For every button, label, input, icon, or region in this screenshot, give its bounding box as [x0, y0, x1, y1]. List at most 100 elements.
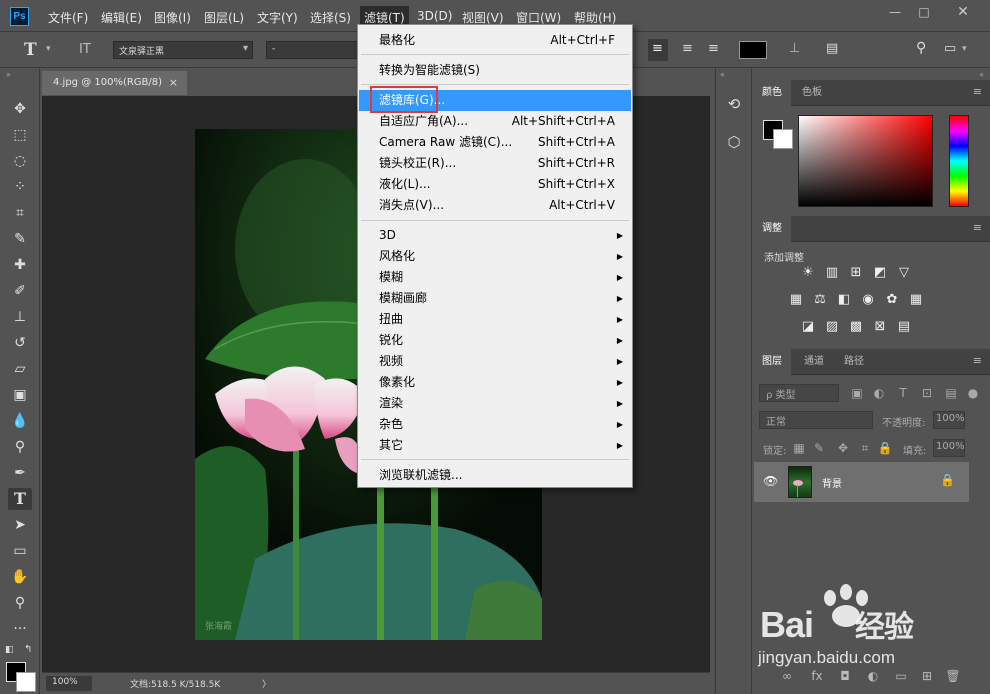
align-right-icon[interactable]: ≡ [708, 41, 719, 56]
layer-row[interactable]: 👁 背景 🔒 [754, 462, 969, 502]
invert-icon[interactable]: ◪ [799, 318, 817, 336]
tab-paths[interactable]: 路径 [835, 349, 873, 375]
submenu-stylize[interactable]: 风格化 ▶ [359, 246, 631, 267]
submenu-blur[interactable]: 模糊 ▶ [359, 267, 631, 288]
opacity-field[interactable]: 100% [933, 411, 965, 429]
history-panel-icon[interactable]: ⟲ [722, 92, 746, 116]
collapse-icon[interactable]: « [979, 70, 984, 79]
threshold-icon[interactable]: ▩ [847, 318, 865, 336]
chevron-down-icon[interactable]: ▾ [46, 44, 51, 54]
gradient-tool-icon[interactable]: ▣ [8, 384, 32, 406]
menu-select[interactable]: 选择(S) [310, 9, 351, 26]
brush-tool-icon[interactable]: ✐ [8, 280, 32, 302]
submenu-sharpen[interactable]: 锐化 ▶ [359, 330, 631, 351]
menu-image[interactable]: 图像(I) [154, 9, 191, 26]
lasso-tool-icon[interactable]: ◌ [8, 150, 32, 172]
type-tool-icon[interactable]: T [8, 488, 32, 510]
3d-panel-icon[interactable]: ⬡ [722, 130, 746, 154]
filter-shape-icon[interactable]: ⊡ [919, 385, 935, 401]
quick-select-tool-icon[interactable]: ⁘ [8, 176, 32, 198]
status-menu-arrow[interactable]: 〉 [262, 677, 271, 690]
menu-type[interactable]: 文字(Y) [257, 9, 298, 26]
menu-edit[interactable]: 编辑(E) [101, 9, 142, 26]
filter-toggle-icon[interactable]: ● [965, 385, 981, 401]
color-lookup-icon[interactable]: ▦ [907, 291, 925, 309]
pen-tool-icon[interactable]: ✒ [8, 462, 32, 484]
submenu-pixelate[interactable]: 像素化 ▶ [359, 372, 631, 393]
close-tab-icon[interactable]: × [169, 76, 178, 89]
panel-menu-icon[interactable]: ≡ [973, 354, 982, 367]
blend-mode-select[interactable]: 正常 [759, 411, 873, 429]
lock-artboard-icon[interactable]: ⌗ [857, 440, 873, 456]
curves-icon[interactable]: ⊞ [847, 264, 865, 282]
minimize-icon[interactable]: — [882, 3, 908, 21]
posterize-icon[interactable]: ▨ [823, 318, 841, 336]
submenu-blur-gallery[interactable]: 模糊画廊 ▶ [359, 288, 631, 309]
liquify-item[interactable]: 液化(L)... Shift+Ctrl+X [359, 174, 631, 195]
filter-last-item[interactable]: 最格化 Alt+Ctrl+F [359, 30, 631, 51]
vibrance-icon[interactable]: ▽ [895, 264, 913, 282]
brightness-icon[interactable]: ☀ [799, 264, 817, 282]
font-style-select[interactable]: - [266, 41, 358, 59]
selective-color-icon[interactable]: ⊠ [871, 318, 889, 336]
document-tab[interactable]: 4.jpg @ 100%(RGB/8) × [42, 71, 187, 95]
photo-filter-icon[interactable]: ◉ [859, 291, 877, 309]
filter-pixel-icon[interactable]: ▣ [849, 385, 865, 401]
lock-all-icon[interactable]: 🔒 [877, 440, 893, 456]
workspace-icon[interactable]: ▭ [944, 41, 956, 56]
hand-tool-icon[interactable]: ✋ [8, 566, 32, 588]
dodge-tool-icon[interactable]: ⚲ [8, 436, 32, 458]
browse-filters-online-item[interactable]: 浏览联机滤镜... [359, 465, 631, 486]
submenu-distort[interactable]: 扭曲 ▶ [359, 309, 631, 330]
submenu-3d[interactable]: 3D ▶ [359, 225, 631, 246]
lock-position-icon[interactable]: ✥ [835, 440, 851, 456]
warp-text-icon[interactable]: ⊥ [789, 41, 800, 56]
layer-name[interactable]: 背景 [822, 475, 842, 490]
channel-mixer-icon[interactable]: ✿ [883, 291, 901, 309]
default-colors-icon[interactable]: ◧ [5, 645, 14, 655]
blur-tool-icon[interactable]: 💧 [8, 410, 32, 432]
gradient-map-icon[interactable]: ▤ [895, 318, 913, 336]
exposure-icon[interactable]: ◩ [871, 264, 889, 282]
text-orientation-icon[interactable]: IT [79, 42, 91, 57]
black-white-icon[interactable]: ◧ [835, 291, 853, 309]
lock-transparent-icon[interactable]: ▦ [791, 440, 807, 456]
chevron-down-icon[interactable]: ▾ [962, 44, 967, 54]
vanishing-point-item[interactable]: 消失点(V)... Alt+Ctrl+V [359, 195, 631, 216]
maximize-icon[interactable]: □ [911, 3, 937, 21]
close-window-icon[interactable]: ✕ [950, 3, 976, 21]
clone-stamp-tool-icon[interactable]: ⊥ [8, 306, 32, 328]
path-select-tool-icon[interactable]: ➤ [8, 514, 32, 536]
tab-layers[interactable]: 图层 [753, 349, 791, 375]
submenu-video[interactable]: 视频 ▶ [359, 351, 631, 372]
menu-3d[interactable]: 3D(D) [417, 9, 452, 23]
collapse-icon[interactable]: « [720, 70, 725, 79]
convert-smart-filter-item[interactable]: 转换为智能滤镜(S) [359, 60, 631, 81]
crop-tool-icon[interactable]: ⌗ [8, 202, 32, 224]
tab-channels[interactable]: 通道 [795, 349, 833, 375]
panel-menu-icon[interactable]: ≡ [973, 85, 982, 98]
align-center-icon[interactable]: ≡ [682, 41, 693, 56]
color-picker-field[interactable] [798, 115, 933, 207]
menu-file[interactable]: 文件(F) [48, 9, 88, 26]
background-color-swatch[interactable] [16, 672, 36, 692]
move-tool-icon[interactable]: ✥ [8, 98, 32, 120]
levels-icon[interactable]: ▥ [823, 264, 841, 282]
submenu-render[interactable]: 渲染 ▶ [359, 393, 631, 414]
layer-filter-select[interactable]: ρ 类型 [759, 384, 839, 402]
lens-correction-item[interactable]: 镜头校正(R)... Shift+Ctrl+R [359, 153, 631, 174]
camera-raw-filter-item[interactable]: Camera Raw 滤镜(C)... Shift+Ctrl+A [359, 132, 631, 153]
marquee-tool-icon[interactable]: ⬚ [8, 124, 32, 146]
submenu-other[interactable]: 其它 ▶ [359, 435, 631, 456]
adaptive-wide-angle-item[interactable]: 自适应广角(A)... Alt+Shift+Ctrl+A [359, 111, 631, 132]
filter-adjustment-icon[interactable]: ◐ [871, 385, 887, 401]
tab-adjustments[interactable]: 调整 [753, 216, 791, 242]
zoom-tool-icon[interactable]: ⚲ [8, 592, 32, 614]
rectangle-tool-icon[interactable]: ▭ [8, 540, 32, 562]
text-color-swatch[interactable] [739, 41, 767, 59]
eraser-tool-icon[interactable]: ▱ [8, 358, 32, 380]
visibility-eye-icon[interactable]: 👁 [763, 474, 778, 488]
filter-type-icon[interactable]: T [895, 385, 911, 401]
hue-saturation-icon[interactable]: ▦ [787, 291, 805, 309]
character-panel-icon[interactable]: ▤ [826, 41, 838, 56]
